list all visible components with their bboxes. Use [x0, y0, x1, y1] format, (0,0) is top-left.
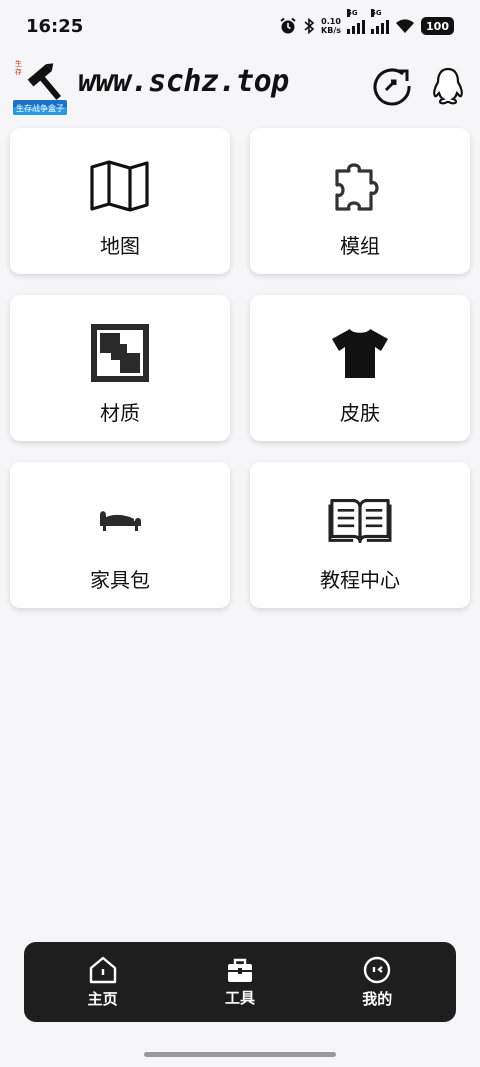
- book-icon: [328, 499, 392, 543]
- map-icon: [90, 160, 149, 212]
- alarm-icon: [280, 17, 296, 34]
- nav-profile[interactable]: 我的: [327, 956, 427, 1009]
- card-texture[interactable]: 材质: [10, 295, 230, 441]
- qq-button[interactable]: [426, 64, 470, 108]
- svg-text:生: 生: [15, 59, 22, 68]
- qq-penguin-icon: [433, 67, 463, 105]
- svg-text:存: 存: [15, 67, 22, 76]
- card-label: 模组: [340, 234, 380, 258]
- wifi-icon: [396, 19, 415, 33]
- card-map[interactable]: 地图: [10, 128, 230, 274]
- status-time: 16:25: [26, 15, 84, 37]
- status-bar: 16:25 0.10 KB/s 5G 5G 100: [0, 0, 480, 52]
- card-tutorials[interactable]: 教程中心: [250, 462, 470, 608]
- status-icons: 0.10 KB/s 5G 5G 100: [279, 9, 454, 35]
- card-label: 皮肤: [340, 401, 380, 425]
- bluetooth-icon: [304, 17, 315, 35]
- tshirt-icon: [332, 329, 388, 378]
- refresh-button[interactable]: [370, 64, 414, 108]
- card-label: 教程中心: [320, 568, 400, 592]
- bottom-nav: 主页 工具 我的: [24, 942, 456, 1022]
- hammer-logo-icon: 生 存 生存战争盒子: [13, 59, 67, 115]
- card-mods[interactable]: 模组: [250, 128, 470, 274]
- card-label: 地图: [100, 234, 140, 258]
- nav-home[interactable]: 主页: [53, 956, 153, 1009]
- nav-label: 主页: [87, 989, 118, 1008]
- app-logo: 生 存 生存战争盒子: [12, 52, 68, 118]
- toolbox-icon: [227, 958, 252, 982]
- refresh-icon: [373, 68, 411, 106]
- card-label: 家具包: [90, 568, 150, 592]
- nav-label: 工具: [224, 988, 255, 1007]
- net-speed: 0.10 KB/s: [321, 17, 342, 35]
- home-icon: [89, 956, 116, 983]
- nav-tools[interactable]: 工具: [190, 957, 290, 1008]
- puzzle-icon: [335, 163, 379, 211]
- texture-icon: [91, 324, 149, 382]
- sofa-icon: [100, 511, 141, 531]
- signal-sim2-icon: 5G: [371, 9, 390, 34]
- profile-face-icon: [364, 956, 391, 983]
- site-title: www.schz.top: [78, 64, 289, 99]
- nav-label: 我的: [362, 989, 393, 1008]
- card-furniture[interactable]: 家具包: [10, 462, 230, 608]
- home-indicator[interactable]: [144, 1052, 336, 1057]
- card-label: 材质: [100, 401, 140, 425]
- card-skins[interactable]: 皮肤: [250, 295, 470, 441]
- svg-text:生存战争盒子: 生存战争盒子: [16, 103, 64, 113]
- app-header: 生 存 生存战争盒子 www.schz.top: [0, 52, 480, 122]
- signal-sim1-icon: 5G: [347, 9, 366, 34]
- battery-indicator: 100: [421, 17, 454, 35]
